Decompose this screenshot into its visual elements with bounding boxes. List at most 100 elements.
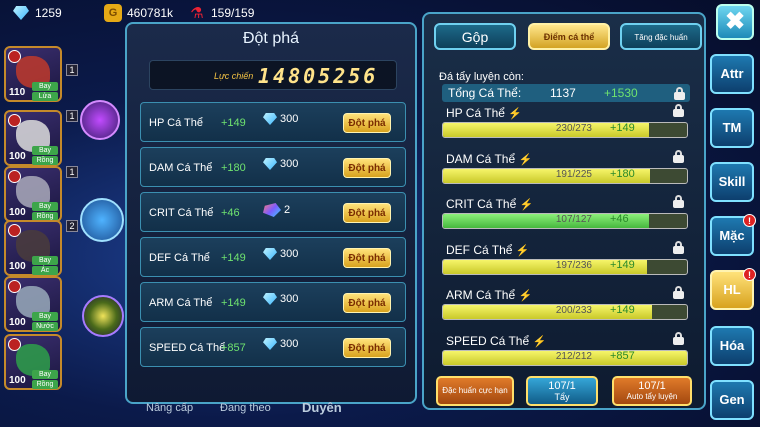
pet-slot-number: 2 xyxy=(66,220,78,232)
breakthrough-button[interactable]: Đột phá xyxy=(343,113,391,133)
stat-name: HP Cá Thể ⚡ xyxy=(446,106,522,120)
wash-button[interactable]: 107/1 Tẩy xyxy=(526,376,598,406)
side-tab-hóa[interactable]: Hóa xyxy=(710,326,754,366)
lightning-icon: ⚡ xyxy=(518,153,533,166)
stat-progress-text: 212/212 xyxy=(555,350,592,362)
total-stats-row: Tổng Cá Thể: 1137 +1530 xyxy=(442,84,690,102)
diamond-icon xyxy=(263,158,277,170)
pet-card[interactable]: Bay Ác 100 xyxy=(4,220,62,276)
pet-card[interactable]: Bay Lửa 110 xyxy=(4,46,62,102)
pet-card[interactable]: Bay Rồng 100 xyxy=(4,334,62,390)
training-stat-row: HP Cá Thể ⚡ 230/273 +149 xyxy=(442,104,692,148)
power-display: Lực chiến 14805256 xyxy=(149,60,397,90)
breakthrough-button[interactable]: Đột phá xyxy=(343,158,391,178)
stat-plus: +180 xyxy=(221,162,246,174)
training-stat-row: SPEED Cá Thể ⚡ 212/212 +857 xyxy=(442,331,692,376)
cost-value: 300 xyxy=(280,113,299,125)
stat-name: HP Cá Thể xyxy=(149,117,204,129)
breakthrough-button[interactable]: Đột phá xyxy=(343,203,391,223)
pet-core-icon[interactable] xyxy=(82,295,124,337)
stat-plus: +857 xyxy=(610,349,635,362)
cost: 300 xyxy=(263,338,298,350)
pet-tag-type: Bay xyxy=(32,146,58,155)
lock-icon[interactable] xyxy=(674,87,685,100)
stat-plus: +149 xyxy=(221,252,246,264)
lock-icon[interactable] xyxy=(673,240,684,254)
breakthrough-button[interactable]: Đột phá xyxy=(343,338,391,358)
cost: 300 xyxy=(263,158,298,170)
side-tab-skill[interactable]: Skill xyxy=(710,162,754,202)
pet-card[interactable]: Bay Rồng 100 xyxy=(4,166,62,222)
lock-icon[interactable] xyxy=(673,104,684,117)
total-value: 1137 xyxy=(550,86,576,100)
diamond-counter: 1259 xyxy=(12,4,62,22)
gold-coin-icon: G xyxy=(104,4,122,22)
total-label: Tổng Cá Thể: xyxy=(448,86,522,100)
pet-tag-element: Nước xyxy=(32,322,58,331)
diamond-value: 1259 xyxy=(35,6,62,20)
potion-icon: ⚗ xyxy=(190,5,204,22)
tab-upgrade[interactable]: Nâng cấp xyxy=(146,402,193,414)
pet-tag-element: Rồng xyxy=(32,380,58,389)
cost-value: 300 xyxy=(280,338,299,350)
stat-name: ARM Cá Thể ⚡ xyxy=(446,288,533,302)
breakthrough-row: DAM Cá Thể +180 300 Đột phá xyxy=(140,147,406,187)
breakthrough-button[interactable]: Đột phá xyxy=(343,248,391,268)
pet-card[interactable]: Bay Nước 100 xyxy=(4,276,62,332)
diamond-icon xyxy=(263,293,277,305)
side-tab-tm[interactable]: TM xyxy=(710,108,754,148)
side-tab-hl[interactable]: HL! xyxy=(710,268,756,310)
tab-bond[interactable]: Duyên xyxy=(302,400,342,415)
wash-label: Tẩy xyxy=(554,392,570,402)
stat-name: DAM Cá Thể ⚡ xyxy=(446,151,533,166)
stat-plus: +857 xyxy=(221,342,246,354)
training-stat-row: CRIT Cá Thể ⚡ 107/127 +46 xyxy=(442,195,692,239)
stamina-value: 159/159 xyxy=(211,6,255,20)
cost-value: 300 xyxy=(280,248,299,260)
lightning-icon: ⚡ xyxy=(508,108,522,120)
stat-name: DAM Cá Thể xyxy=(149,162,213,174)
lock-icon[interactable] xyxy=(673,286,684,299)
cost: 2 xyxy=(263,203,290,217)
pet-level: 100 xyxy=(9,317,26,328)
cost-value: 300 xyxy=(280,293,299,305)
close-button[interactable]: ✖ xyxy=(716,4,754,40)
side-tab-attr[interactable]: Attr xyxy=(710,54,754,94)
lock-icon[interactable] xyxy=(673,149,684,163)
cost-value: 300 xyxy=(280,158,299,170)
auto-count: 107/1 xyxy=(638,380,666,392)
lock-icon[interactable] xyxy=(673,195,684,208)
stat-plus: +46 xyxy=(610,213,629,225)
auto-wash-button[interactable]: 107/1 Auto tẩy luyện xyxy=(612,376,692,406)
gold-counter: G 460781k xyxy=(104,4,173,22)
gold-value: 460781k xyxy=(127,6,174,20)
stamina-counter: ⚗ 159/159 xyxy=(188,4,254,22)
lightning-icon: ⚡ xyxy=(519,199,534,211)
breakthrough-button[interactable]: Đột phá xyxy=(343,293,391,313)
swap-icon[interactable] xyxy=(80,100,120,140)
training-stat-row: ARM Cá Thể ⚡ 200/233 +149 xyxy=(442,286,692,330)
wash-count: 107/1 xyxy=(548,380,576,392)
pet-card[interactable]: Bay Rồng 100 xyxy=(4,110,62,166)
side-tab-mặc[interactable]: Mặc! xyxy=(710,214,756,256)
lock-icon[interactable] xyxy=(673,331,684,345)
stat-name: ARM Cá Thể xyxy=(149,297,213,309)
lightning-icon: ⚡ xyxy=(515,244,530,257)
tab-individual-points[interactable]: Điểm cá thể xyxy=(528,23,610,50)
tab-merge[interactable]: Gộp xyxy=(434,23,516,50)
cost-value: 2 xyxy=(284,204,291,216)
pet-tag-element: Ác xyxy=(32,266,58,275)
total-plus: +1530 xyxy=(604,86,638,100)
breakthrough-row: HP Cá Thể +149 300 Đột phá xyxy=(140,102,406,142)
alert-badge: ! xyxy=(743,214,756,227)
special-training-button[interactable]: Đặc huấn cực hạn xyxy=(436,376,514,406)
diamond-icon xyxy=(263,113,277,125)
tab-following[interactable]: Đang theo xyxy=(220,402,271,414)
power-label: Lực chiến xyxy=(214,71,254,81)
tab-special-training[interactable]: Tăng đặc huấn xyxy=(620,23,702,50)
stat-plus: +180 xyxy=(610,167,635,180)
close-icon: ✖ xyxy=(724,8,746,35)
lock-skill-icon[interactable] xyxy=(80,198,124,242)
pet-level: 100 xyxy=(9,151,26,162)
side-tab-gen[interactable]: Gen xyxy=(710,380,754,420)
